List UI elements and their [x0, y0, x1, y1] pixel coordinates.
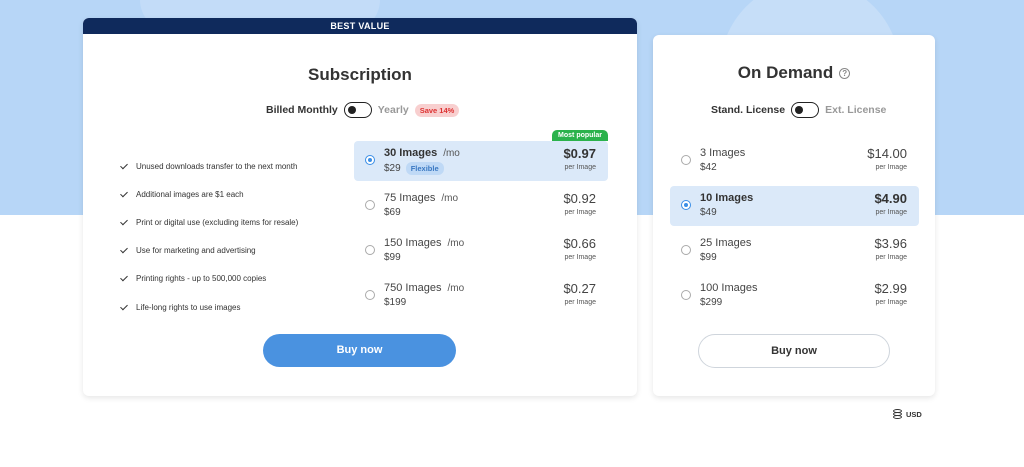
on-demand-plan-option[interactable]: 10 Images $49 $4.90 per Image: [670, 186, 919, 226]
coins-icon: [893, 409, 902, 419]
plan-price: $0.97: [563, 146, 596, 161]
plan-radio[interactable]: [681, 290, 691, 300]
per-image-label: per Image: [564, 254, 596, 261]
feature-list: Unused downloads transfer to the next mo…: [120, 152, 298, 321]
per-image-label: per Image: [875, 254, 907, 261]
plan-price: $0.66: [563, 236, 596, 251]
check-icon: [120, 274, 129, 283]
plan-price: $4.90: [874, 191, 907, 206]
plan-radio[interactable]: [681, 200, 691, 210]
on-demand-card: On Demand ? Stand. License Ext. License …: [653, 35, 935, 396]
plan-price: $0.92: [563, 191, 596, 206]
plan-price: $3.96: [874, 236, 907, 251]
currency-label: USD: [906, 409, 922, 419]
per-image-label: per Image: [564, 209, 596, 216]
on-demand-buy-now-button[interactable]: Buy now: [698, 334, 890, 368]
on-demand-plan-option[interactable]: 3 Images $42 $14.00 per Image: [670, 141, 919, 181]
per-image-label: per Image: [875, 299, 907, 306]
best-value-banner: BEST VALUE: [83, 18, 637, 34]
check-icon: [120, 190, 129, 199]
subscription-plan-option[interactable]: Most popular 30 Images/mo $29 Flexible $0…: [354, 130, 608, 181]
plan-name: 3 Images: [700, 147, 746, 159]
feature-item: Print or digital use (excluding items fo…: [120, 208, 298, 236]
plan-radio[interactable]: [365, 200, 375, 210]
plan-price: $14.00: [867, 146, 907, 161]
check-icon: [120, 218, 129, 227]
check-icon: [120, 162, 129, 171]
per-image-label: per Image: [875, 209, 907, 216]
plan-name: 750 Images/mo: [384, 282, 465, 294]
plan-total: $49: [700, 207, 717, 218]
plan-total: $69: [384, 207, 401, 218]
plan-radio[interactable]: [365, 245, 375, 255]
subscription-card: BEST VALUE Subscription Billed Monthly Y…: [83, 18, 637, 396]
plan-total: $299: [700, 297, 723, 308]
feature-text: Additional images are $1 each: [136, 189, 244, 199]
extended-license-label[interactable]: Ext. License: [825, 104, 886, 116]
plan-total: $199: [384, 297, 407, 308]
license-toggle-switch[interactable]: [791, 102, 820, 118]
plan-radio[interactable]: [681, 155, 691, 165]
check-icon: [120, 303, 129, 312]
feature-item: Use for marketing and advertising: [120, 237, 298, 265]
plan-name: 30 Images/mo: [384, 147, 460, 159]
on-demand-plan-option[interactable]: 25 Images $99 $3.96 per Image: [670, 231, 919, 271]
per-image-label: per Image: [564, 299, 596, 306]
per-image-label: per Image: [875, 164, 907, 171]
subscription-plan-option[interactable]: 150 Images/mo $99 $0.66 per Image: [354, 231, 608, 271]
plan-total: $99: [700, 252, 717, 263]
plan-period: /mo: [447, 283, 465, 294]
plan-radio[interactable]: [365, 290, 375, 300]
plan-name: 75 Images/mo: [384, 192, 459, 204]
feature-text: Print or digital use (excluding items fo…: [136, 217, 299, 227]
plan-total: $42: [700, 162, 717, 173]
check-icon: [120, 246, 129, 255]
billing-toggle-row: Billed Monthly Yearly Save 14%: [266, 102, 460, 118]
most-popular-badge: Most popular: [552, 130, 608, 141]
billed-monthly-label: Billed Monthly: [266, 104, 338, 116]
feature-text: Use for marketing and advertising: [136, 246, 256, 256]
plan-total: $29 Flexible: [384, 162, 444, 175]
save-badge: Save 14%: [414, 103, 460, 117]
feature-text: Printing rights - up to 500,000 copies: [136, 274, 267, 284]
subscription-buy-now-button[interactable]: Buy now: [263, 334, 456, 367]
currency-selector[interactable]: USD: [893, 409, 922, 419]
plan-price: $0.27: [563, 281, 596, 296]
feature-item: Life-long rights to use images: [120, 293, 298, 321]
feature-item: Additional images are $1 each: [120, 180, 298, 208]
plan-name: 25 Images: [700, 237, 752, 249]
plan-period: /mo: [443, 148, 460, 159]
plan-radio[interactable]: [681, 245, 691, 255]
per-image-label: per Image: [564, 164, 596, 171]
plan-period: /mo: [447, 238, 465, 249]
billing-toggle-switch[interactable]: [343, 102, 372, 118]
plan-name: 10 Images: [700, 192, 754, 204]
flexible-badge: Flexible: [405, 162, 444, 175]
feature-text: Life-long rights to use images: [136, 302, 241, 312]
plan-name: 150 Images/mo: [384, 237, 465, 249]
subscription-plan-list: Most popular 30 Images/mo $29 Flexible $0…: [354, 130, 608, 321]
plan-radio[interactable]: [365, 155, 375, 165]
subscription-plan-option[interactable]: 750 Images/mo $199 $0.27 per Image: [354, 276, 608, 316]
plan-total: $99: [384, 252, 401, 263]
standard-license-label: Stand. License: [711, 104, 786, 116]
license-toggle-row: Stand. License Ext. License: [711, 102, 886, 118]
feature-item: Unused downloads transfer to the next mo…: [120, 152, 298, 180]
plan-name: 100 Images: [700, 282, 758, 294]
feature-text: Unused downloads transfer to the next mo…: [136, 161, 298, 171]
yearly-label[interactable]: Yearly: [378, 104, 409, 116]
on-demand-title-row: On Demand ?: [653, 63, 935, 83]
help-icon[interactable]: ?: [839, 67, 851, 79]
on-demand-title: On Demand: [737, 63, 834, 82]
subscription-title: Subscription: [308, 65, 412, 84]
plan-price: $2.99: [874, 281, 907, 296]
feature-item: Printing rights - up to 500,000 copies: [120, 265, 298, 293]
on-demand-plan-list: 3 Images $42 $14.00 per Image 10 Images …: [670, 141, 919, 321]
subscription-plan-option[interactable]: 75 Images/mo $69 $0.92 per Image: [354, 186, 608, 226]
on-demand-plan-option[interactable]: 100 Images $299 $2.99 per Image: [670, 276, 919, 316]
plan-period: /mo: [441, 193, 459, 204]
